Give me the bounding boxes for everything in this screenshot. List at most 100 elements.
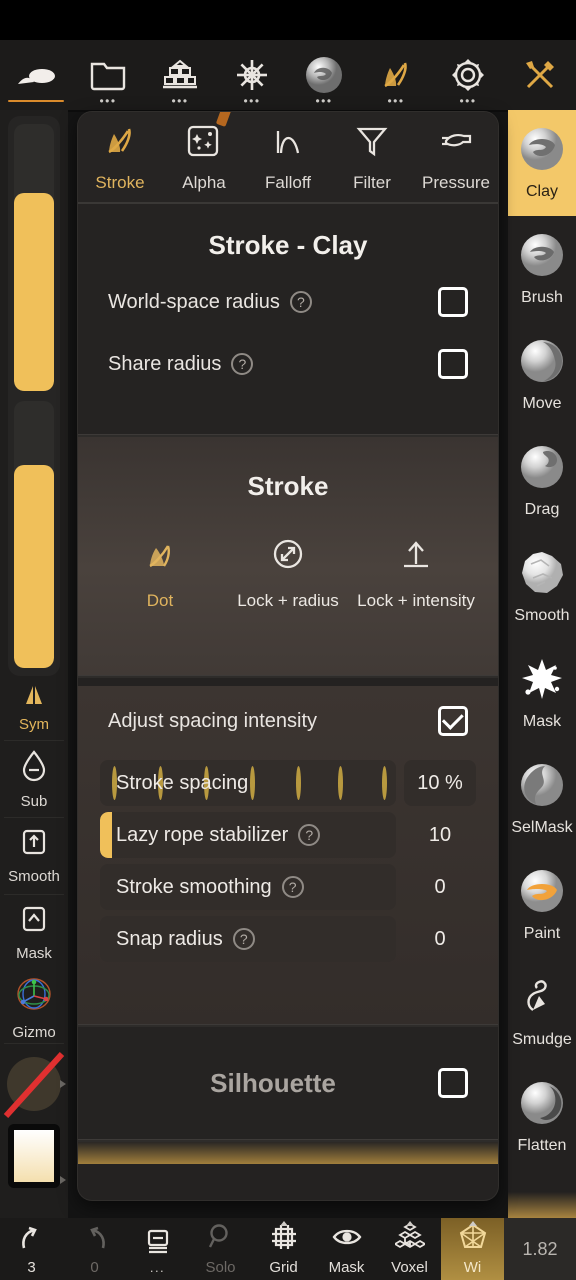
toggle-label: Adjust spacing intensity [108, 709, 318, 732]
overflow-dots[interactable]: ••• [315, 95, 332, 107]
slider-value[interactable]: 0 [404, 928, 476, 951]
overflow-dots[interactable]: ••• [243, 95, 260, 107]
brush-sphere-icon [519, 232, 565, 283]
bottom-item-label: Grid [269, 1259, 298, 1276]
layers-icon [143, 1227, 173, 1262]
option-checkbox[interactable] [438, 287, 468, 317]
help-icon[interactable]: ? [281, 876, 304, 898]
overflow-dots[interactable]: ••• [459, 95, 476, 107]
symmetry-button[interactable]: Sym [0, 676, 68, 740]
section-divider [78, 675, 498, 678]
toolbar-item-topology[interactable]: ••• [144, 40, 216, 110]
wireframe-icon [458, 1222, 488, 1257]
help-icon[interactable]: ? [231, 353, 254, 375]
help-icon[interactable]: ? [232, 928, 255, 950]
slider-row[interactable]: Snap radius? 0 [100, 916, 476, 962]
slider-row[interactable]: Stroke smoothing? 0 [100, 864, 476, 910]
eye-icon [332, 1222, 362, 1257]
bottom-item-redo[interactable]: 0 [63, 1218, 126, 1280]
tab-alpha[interactable]: Alpha [162, 121, 246, 193]
slider-track[interactable]: Lazy rope stabilizer? [100, 812, 396, 858]
tab-label: Pressure [421, 173, 491, 192]
redo-icon [80, 1222, 110, 1257]
move-sphere-icon [519, 338, 565, 389]
bottom-item-grid-frame[interactable]: Grid [252, 1218, 315, 1280]
help-icon[interactable]: ? [298, 824, 321, 846]
tool-label: SelMask [511, 818, 573, 836]
slider-value[interactable]: 10 % [404, 760, 476, 806]
help-icon[interactable]: ? [289, 291, 312, 313]
toolbar-item-tools[interactable] [504, 40, 576, 110]
bottom-item-layers[interactable]: ... [126, 1218, 189, 1280]
flatten-sphere-icon [519, 1080, 565, 1131]
left-rail-item-smooth[interactable]: Smooth [0, 818, 68, 894]
slider-value[interactable]: 0 [404, 876, 476, 899]
silhouette-section: Silhouette [78, 1027, 498, 1139]
tool-clay[interactable]: Clay [508, 110, 576, 216]
bottom-item-eye[interactable]: Mask [315, 1218, 378, 1280]
bottom-item-voxel-cubes[interactable]: Voxel [378, 1218, 441, 1280]
selmask-sphere-icon [519, 762, 565, 813]
tab-pressure[interactable]: Pressure [414, 121, 498, 193]
tool-move[interactable]: Move [508, 322, 576, 428]
pressure-hand-icon [436, 121, 476, 166]
slider-track[interactable]: Snap radius? [100, 916, 396, 962]
radius-slider[interactable] [14, 124, 54, 391]
tool-drag[interactable]: Drag [508, 428, 576, 534]
section-title: Stroke - Clay [208, 230, 368, 260]
bottom-item-wireframe[interactable]: Wi [441, 1218, 504, 1280]
slider-label: Snap radius [116, 927, 223, 950]
tool-smudge[interactable]: Smudge [508, 958, 576, 1064]
tab-stroke[interactable]: Stroke [78, 121, 162, 193]
left-rail-item-gizmo[interactable]: Gizmo [0, 971, 68, 1043]
left-rail-label: Gizmo [12, 1023, 56, 1041]
adjust-spacing-checkbox[interactable] [438, 706, 468, 736]
slider-row[interactable]: Lazy rope stabilizer? 10 [100, 812, 476, 858]
tool-flatten[interactable]: Flatten [508, 1064, 576, 1170]
slider-row[interactable]: Stroke spacing 10 % [100, 760, 476, 806]
stroke-mode-lock-intensity[interactable]: Lock + intensity [352, 536, 480, 611]
tool-label: Smudge [512, 1030, 572, 1048]
adjust-spacing-intensity-row[interactable]: Adjust spacing intensity [78, 686, 498, 756]
tool-label: Smooth [514, 606, 570, 624]
stroke-mode-label: Lock + intensity [357, 591, 475, 610]
toolbar-item-material[interactable]: ••• [288, 40, 360, 110]
bottom-item-magnifier[interactable]: Solo [189, 1218, 252, 1280]
caret-up-icon [405, 1221, 414, 1226]
overflow-dots[interactable]: ••• [99, 95, 116, 107]
curve-icon [268, 121, 308, 166]
option-row-world-space-radius[interactable]: World-space radius ? [78, 271, 498, 333]
stroke-mode-label: Dot [146, 591, 174, 610]
option-checkbox[interactable] [438, 349, 468, 379]
toolbar-item-brush[interactable]: ••• [360, 40, 432, 110]
intensity-slider[interactable] [14, 401, 54, 668]
bottom-item-undo[interactable]: 3 [0, 1218, 63, 1280]
slider-value[interactable]: 10 [404, 824, 476, 847]
smooth-sphere-icon [519, 550, 565, 601]
tool-selmask[interactable]: SelMask [508, 746, 576, 852]
material-preview-button[interactable] [0, 1044, 68, 1124]
panel-tab-bar: Stroke Alpha Falloff Filter Pressure [78, 112, 498, 202]
slider-track[interactable]: Stroke spacing [100, 760, 396, 806]
overflow-dots[interactable]: ••• [171, 95, 188, 107]
stroke-mode-lock-radius[interactable]: Lock + radius [224, 536, 352, 611]
toolbar-item-lighting[interactable]: ••• [216, 40, 288, 110]
tool-paint[interactable]: Paint [508, 852, 576, 958]
tab-falloff[interactable]: Falloff [246, 121, 330, 193]
left-rail-item-sub[interactable]: Sub [0, 741, 68, 817]
option-row-share-radius[interactable]: Share radius ? [78, 333, 498, 395]
tab-filter[interactable]: Filter [330, 121, 414, 193]
left-rail-item-mask[interactable]: Mask [0, 895, 68, 971]
tool-mask[interactable]: Mask [508, 640, 576, 746]
overflow-dots[interactable]: ••• [387, 95, 404, 107]
bottom-item-label: Solo [205, 1259, 236, 1276]
toolbar-item-settings[interactable]: ••• [432, 40, 504, 110]
slider-track[interactable]: Stroke smoothing? [100, 864, 396, 910]
silhouette-checkbox[interactable] [438, 1068, 469, 1098]
toolbar-item-scene[interactable] [0, 40, 72, 110]
tool-brush[interactable]: Brush [508, 216, 576, 322]
stroke-mode-dot[interactable]: Dot [96, 536, 224, 611]
tool-smooth[interactable]: Smooth [508, 534, 576, 640]
toolbar-item-files[interactable]: ••• [72, 40, 144, 110]
color-swatch-button[interactable] [0, 1124, 68, 1198]
